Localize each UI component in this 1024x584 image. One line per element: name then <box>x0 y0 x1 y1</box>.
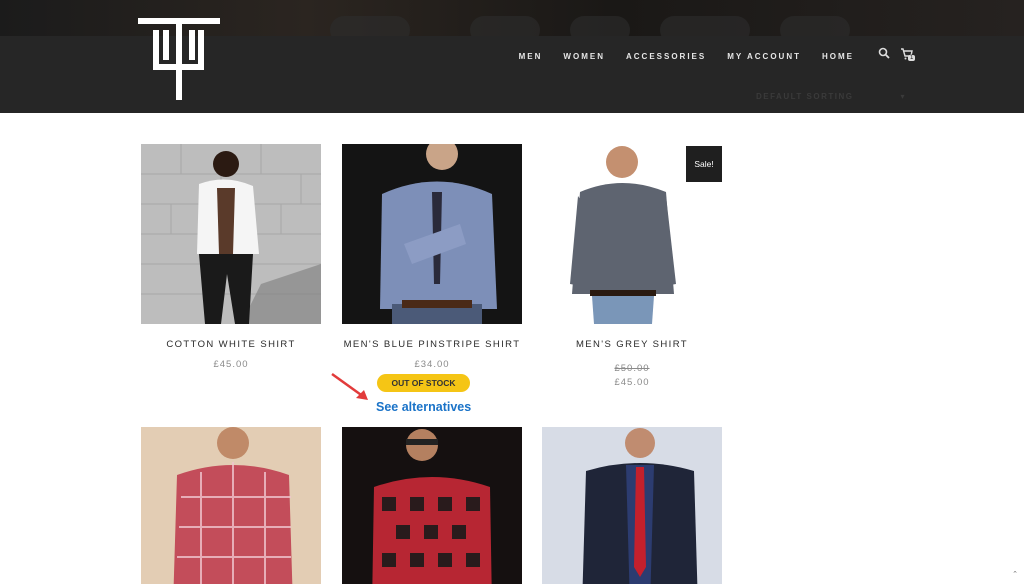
nav-home[interactable]: HOME <box>822 52 854 61</box>
product-price: £45.00 <box>213 359 249 370</box>
product-image[interactable] <box>141 427 321 584</box>
product-photo-icon <box>342 427 522 584</box>
product-card[interactable]: MEN'S BLUE PINSTRIPE SHIRT £34.00 <box>342 144 522 370</box>
out-of-stock-badge: OUT OF STOCK <box>377 374 470 392</box>
annotation-arrow-icon <box>331 372 368 400</box>
product-title[interactable]: MEN'S GREY SHIRT <box>542 339 722 350</box>
nav-women[interactable]: WOMEN <box>563 52 605 61</box>
product-image[interactable] <box>141 144 321 324</box>
nav-accessories[interactable]: ACCESSORIES <box>626 52 706 61</box>
cart-icon[interactable]: 1 <box>900 47 916 63</box>
product-title[interactable]: MEN'S BLUE PINSTRIPE SHIRT <box>342 339 522 350</box>
product-card[interactable] <box>141 427 321 584</box>
product-image[interactable] <box>542 427 722 584</box>
see-alternatives-link[interactable]: See alternatives <box>376 400 471 414</box>
product-image[interactable] <box>342 144 522 324</box>
site-logo[interactable] <box>138 18 220 100</box>
product-photo-icon <box>342 144 522 324</box>
chevron-down-icon: ▾ <box>900 92 906 101</box>
product-image[interactable]: Sale! <box>542 144 722 324</box>
product-card[interactable] <box>542 427 722 584</box>
product-photo-icon <box>141 144 321 324</box>
product-card[interactable]: COTTON WHITE SHIRT £45.00 <box>141 144 321 370</box>
product-photo-icon <box>542 427 722 584</box>
product-old-price: £50.00 <box>614 363 650 374</box>
main-nav: MEN WOMEN ACCESSORIES MY ACCOUNT HOME <box>498 52 854 61</box>
scroll-top-icon[interactable]: ⌃ <box>1012 570 1018 578</box>
product-card[interactable]: Sale! MEN'S GREY SHIRT £50.00 £45.00 <box>542 144 722 388</box>
product-photo-icon <box>141 427 321 584</box>
cart-count: 1 <box>908 55 916 61</box>
search-icon[interactable] <box>878 47 890 59</box>
sale-badge: Sale! <box>686 146 722 182</box>
product-price: £34.00 <box>414 359 450 370</box>
product-price: £45.00 <box>614 377 650 388</box>
product-card[interactable] <box>342 427 522 584</box>
nav-my-account[interactable]: MY ACCOUNT <box>727 52 801 61</box>
product-title[interactable]: COTTON WHITE SHIRT <box>141 339 321 350</box>
sorting-label: DEFAULT SORTING <box>756 92 854 101</box>
sorting-select[interactable]: DEFAULT SORTING ▾ <box>756 92 906 104</box>
product-image[interactable] <box>342 427 522 584</box>
nav-men[interactable]: MEN <box>519 52 543 61</box>
